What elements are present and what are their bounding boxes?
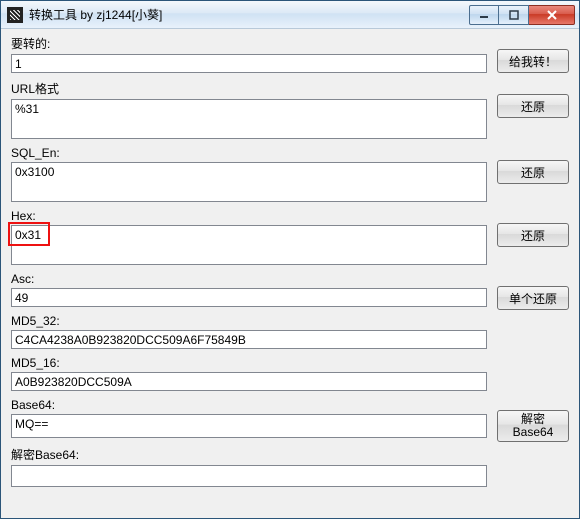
decoded-base64-field[interactable] (11, 465, 487, 487)
sqlen-restore-button[interactable]: 还原 (497, 160, 569, 184)
sqlen-label: SQL_En: (11, 146, 487, 160)
close-button[interactable] (529, 5, 575, 25)
url-label: URL格式 (11, 80, 487, 97)
asc-field[interactable] (11, 288, 487, 307)
titlebar[interactable]: 转换工具 by zj1244[小葵] (1, 1, 579, 29)
asc-label: Asc: (11, 272, 487, 286)
base64-label: Base64: (11, 398, 487, 412)
decrypt-base64-button[interactable]: 解密 Base64 (497, 410, 569, 442)
minimize-icon (479, 10, 489, 20)
app-window: 转换工具 by zj1244[小葵] 要转的: 给我转！ (0, 0, 580, 519)
sqlen-field[interactable] (11, 162, 487, 202)
md5-16-field[interactable] (11, 372, 487, 391)
hex-field[interactable] (11, 225, 487, 265)
asc-single-restore-button[interactable]: 单个还原 (497, 286, 569, 310)
md5-32-field[interactable] (11, 330, 487, 349)
hex-label: Hex: (11, 209, 487, 223)
close-icon (546, 10, 558, 20)
url-field[interactable] (11, 99, 487, 139)
decoded-base64-label: 解密Base64: (11, 446, 487, 463)
client-area: 要转的: 给我转！ URL格式 还原 SQL_En: 还原 (1, 29, 579, 518)
hex-restore-button[interactable]: 还原 (497, 223, 569, 247)
url-restore-button[interactable]: 还原 (497, 94, 569, 118)
md5-32-label: MD5_32: (11, 314, 487, 328)
base64-field[interactable] (11, 414, 487, 438)
app-icon (7, 7, 23, 23)
window-title: 转换工具 by zj1244[小葵] (29, 6, 162, 23)
input-field[interactable] (11, 54, 487, 73)
minimize-button[interactable] (469, 5, 499, 25)
maximize-button[interactable] (499, 5, 529, 25)
convert-button[interactable]: 给我转！ (497, 49, 569, 73)
maximize-icon (509, 10, 519, 20)
input-label: 要转的: (11, 35, 487, 52)
md5-16-label: MD5_16: (11, 356, 487, 370)
